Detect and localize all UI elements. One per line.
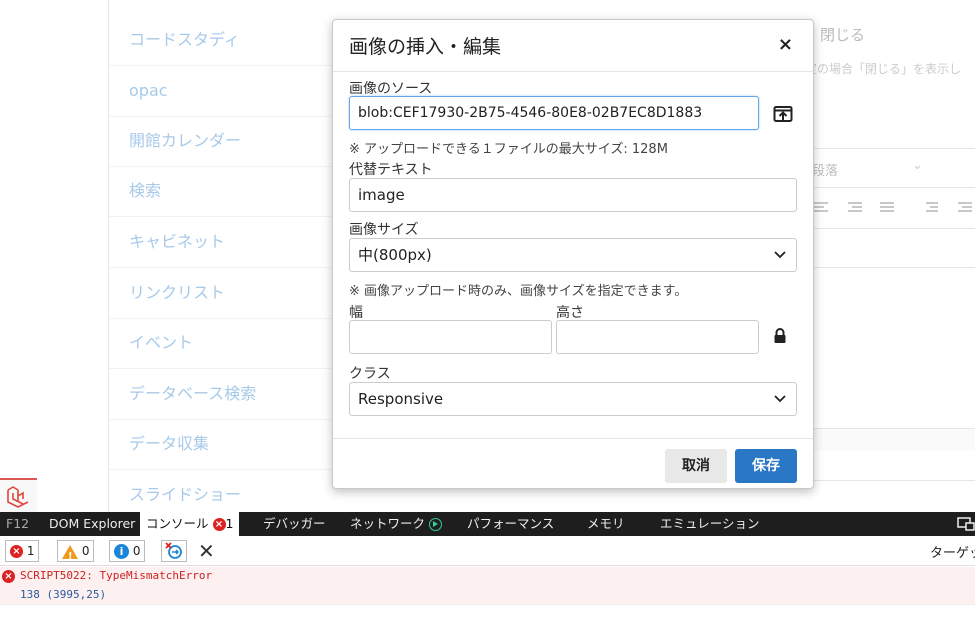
clear-navigate-icon [165, 542, 182, 559]
chevron-down-icon [774, 383, 786, 427]
tab-memory[interactable]: メモリ [587, 512, 625, 536]
tab-emulation[interactable]: エミュレーション [660, 512, 760, 536]
tab-console-error-count: 1 [225, 516, 234, 531]
chevron-down-icon [774, 239, 786, 283]
upload-icon[interactable] [773, 104, 793, 124]
image-size-select[interactable]: 中(800px) [349, 238, 797, 272]
error-text: TypeMismatchError [99, 569, 213, 582]
lock-icon[interactable] [773, 328, 787, 344]
warnings-count: 0 [81, 544, 90, 558]
tab-console-label: コンソール [146, 516, 209, 531]
dialog-title: 画像の挿入・編集 [349, 36, 502, 58]
save-button[interactable]: 保存 [735, 449, 797, 483]
warnings-filter-button[interactable]: ! 0 [57, 540, 95, 562]
laravel-logo-icon [7, 486, 29, 508]
tab-network[interactable]: ネットワーク [350, 512, 442, 536]
class-label: クラス [349, 366, 391, 382]
console-error-location[interactable]: 138 (3995,25) [0, 587, 975, 605]
error-icon: × [212, 518, 226, 531]
warning-icon: ! [62, 544, 78, 562]
image-size-note: ※ 画像アップロード時のみ、画像サイズを指定できます。 [349, 284, 688, 299]
error-icon: × [2, 570, 15, 583]
class-value: Responsive [358, 390, 444, 408]
info-filter-button[interactable]: i 0 [109, 540, 146, 562]
alt-text-label: 代替テキスト [349, 162, 433, 178]
console-error-message: SCRIPT5022: TypeMismatchError [0, 567, 975, 587]
tab-debugger[interactable]: デバッガー [263, 512, 326, 536]
error-icon: × [10, 545, 23, 558]
tab-performance[interactable]: パフォーマンス [467, 512, 554, 536]
errors-filter-button[interactable]: × 1 [5, 540, 40, 562]
width-input[interactable] [349, 320, 552, 354]
width-label: 幅 [349, 305, 363, 321]
target-label[interactable]: ターゲッ [930, 542, 975, 561]
tab-console[interactable]: コンソール × 1 [140, 512, 240, 536]
source-label: 画像のソース [349, 81, 433, 97]
debugbar-tab[interactable] [0, 478, 37, 512]
f12-label: F12 [6, 516, 30, 531]
height-input[interactable] [556, 320, 759, 354]
close-icon[interactable]: × [778, 34, 793, 55]
info-count: 0 [132, 544, 141, 558]
dialog-footer: 取消 保存 [333, 438, 813, 490]
tab-dom-explorer[interactable]: DOM Explorer [49, 512, 135, 536]
image-insert-dialog: 画像の挿入・編集 × 画像のソース blob:CEF17930-2B75-454… [332, 19, 814, 489]
clear-console-icon[interactable]: ✕ [198, 539, 215, 563]
tab-network-label: ネットワーク [350, 516, 426, 531]
dialog-header: 画像の挿入・編集 × [333, 20, 813, 72]
dock-icon[interactable] [957, 517, 975, 531]
image-size-value: 中(800px) [358, 246, 432, 264]
info-icon: i [114, 544, 129, 559]
play-icon [429, 518, 442, 531]
cancel-button[interactable]: 取消 [665, 449, 727, 483]
image-size-label: 画像サイズ [349, 222, 419, 238]
devtools-panel: F12 DOM Explorer コンソール × 1 デバッガー ネットワーク パ… [0, 512, 975, 637]
alt-text-input[interactable]: image [349, 178, 797, 212]
devtools-tabs: F12 DOM Explorer コンソール × 1 デバッガー ネットワーク パ… [0, 512, 975, 536]
upload-size-note: ※ アップロードできる１ファイルの最大サイズ: 128M [349, 142, 668, 157]
clear-on-navigate-button[interactable] [161, 540, 187, 562]
console-toolbar: × 1 ! 0 i 0 ✕ ターゲッ [0, 536, 975, 566]
class-select[interactable]: Responsive [349, 382, 797, 416]
error-code: SCRIPT5022: [20, 569, 93, 582]
errors-count: 1 [26, 544, 35, 558]
source-input[interactable]: blob:CEF17930-2B75-4546-80E8-02B7EC8D188… [349, 96, 759, 130]
height-label: 高さ [556, 305, 584, 321]
